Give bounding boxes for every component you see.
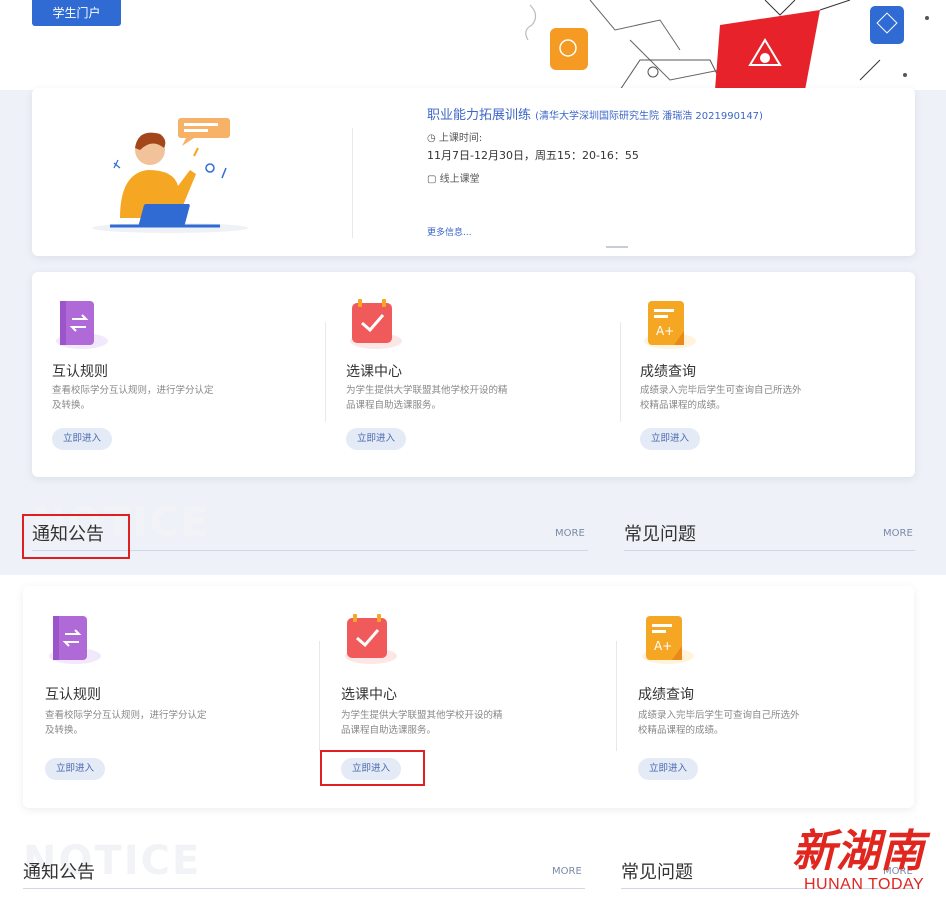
- mutual-recognition-icon: [45, 612, 101, 668]
- features-card-bottom: 互认规则 查看校际学分互认规则，进行学分认定及转换。 立即进入 选课中心 为学生…: [23, 586, 914, 808]
- svg-text:A+: A+: [654, 639, 672, 653]
- svg-text:A+: A+: [656, 324, 674, 338]
- course-name: 职业能力拓展训练: [427, 108, 532, 123]
- course-title[interactable]: 职业能力拓展训练 (清华大学深圳国际研究生院 潘瑞浩 2021990147): [427, 104, 763, 123]
- feature-title: 选课中心: [341, 687, 397, 703]
- highlight-box-enter: [320, 750, 425, 786]
- logo-en-text: HUNAN TODAY: [804, 876, 925, 893]
- feature-divider: [325, 322, 326, 422]
- feature-title: 互认规则: [45, 687, 101, 703]
- course-mode-text: 线上课堂: [439, 174, 480, 185]
- notice-section-title: 通知公告: [23, 862, 95, 883]
- course-time-value: 11月7日-12月30日，周五15：20-16：55: [427, 149, 639, 162]
- faq-divider: [624, 550, 915, 551]
- feature-title: 成绩查询: [640, 364, 696, 380]
- enter-button[interactable]: 立即进入: [346, 428, 406, 450]
- enter-button[interactable]: 立即进入: [640, 428, 700, 450]
- mutual-recognition-icon: [52, 297, 108, 353]
- enter-button[interactable]: 立即进入: [638, 758, 698, 780]
- course-selection-icon: [346, 297, 402, 353]
- faq-section-title: 常见问题: [621, 862, 693, 883]
- features-card-top: 互认规则 查看校际学分互认规则，进行学分认定及转换。 立即进入 选课中心 为学生…: [32, 272, 915, 477]
- faq-more-link[interactable]: MORE: [883, 528, 913, 539]
- notice-more-link[interactable]: MORE: [555, 528, 585, 539]
- feature-desc: 成绩录入完毕后学生可查询自己所选外校精品课程的成绩。: [640, 385, 802, 411]
- clock-icon: ◷: [427, 133, 436, 144]
- banner-illustration: [525, 0, 929, 90]
- feature-divider: [616, 641, 617, 751]
- feature-divider: [319, 641, 320, 751]
- highlight-box-notice: [22, 514, 130, 559]
- faq-section-title: 常见问题: [624, 524, 696, 545]
- feature-desc: 查看校际学分互认规则，进行学分认定及转换。: [52, 385, 214, 411]
- course-time-label: ◷ 上课时间:: [427, 129, 482, 144]
- course-mode: ▢ 线上课堂: [427, 170, 480, 185]
- student-laptop-illustration: [92, 118, 248, 233]
- feature-desc: 成绩录入完毕后学生可查询自己所选外校精品课程的成绩。: [638, 710, 800, 736]
- time-label-text: 上课时间:: [438, 133, 483, 144]
- classroom-icon: ▢: [427, 174, 437, 185]
- course-card-divider: [352, 128, 353, 238]
- enter-button[interactable]: 立即进入: [52, 428, 112, 450]
- logo-cn-text: 新湖南: [792, 826, 931, 877]
- top-screenshot: 学生门户 职业能力拓展训练 (清华大学深圳国际研究生院 潘瑞浩 20219901…: [0, 0, 946, 575]
- more-info-link[interactable]: 更多信息...: [427, 225, 472, 238]
- carousel-indicator[interactable]: [606, 246, 628, 248]
- feature-title: 互认规则: [52, 364, 108, 380]
- enter-button[interactable]: 立即进入: [45, 758, 105, 780]
- course-selection-icon: [341, 612, 397, 668]
- feature-desc: 为学生提供大学联盟其他学校开设的精品课程自助选课服务。: [346, 385, 508, 411]
- feature-desc: 为学生提供大学联盟其他学校开设的精品课程自助选课服务。: [341, 710, 503, 736]
- feature-desc: 查看校际学分互认规则，进行学分认定及转换。: [45, 710, 207, 736]
- student-portal-button[interactable]: 学生门户: [32, 0, 121, 26]
- notice-divider: [23, 888, 585, 889]
- feature-title: 成绩查询: [638, 687, 694, 703]
- feature-divider: [620, 322, 621, 422]
- grade-query-icon: A+: [638, 612, 694, 668]
- course-card: 职业能力拓展训练 (清华大学深圳国际研究生院 潘瑞浩 2021990147) ◷…: [32, 88, 915, 256]
- feature-title: 选课中心: [346, 364, 402, 380]
- course-subtitle: (清华大学深圳国际研究生院 潘瑞浩 2021990147): [535, 111, 763, 122]
- notice-more-link[interactable]: MORE: [552, 866, 582, 877]
- grade-query-icon: A+: [640, 297, 696, 353]
